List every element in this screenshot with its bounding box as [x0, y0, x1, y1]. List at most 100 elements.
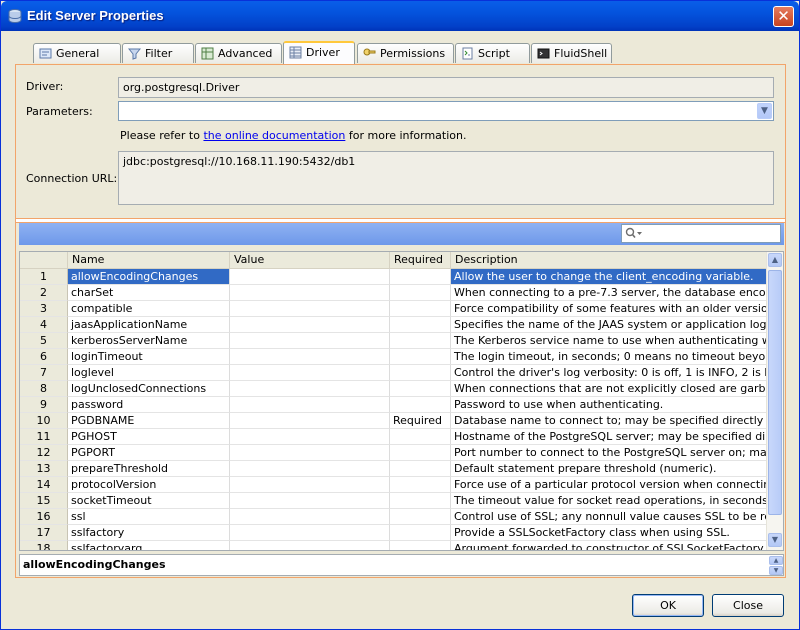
table-row[interactable]: 7 loglevel Control the driver's log verbos… [20, 365, 769, 381]
cell-required[interactable] [390, 541, 451, 550]
close-button[interactable]: Close [712, 594, 784, 617]
tab-driver[interactable]: Driver [283, 41, 355, 64]
table-row[interactable]: 13 prepareThreshold Default statement prep… [20, 461, 769, 477]
cell-name[interactable]: loginTimeout [68, 349, 230, 365]
cell-description[interactable]: Database name to connect to; may be spec… [451, 413, 769, 429]
cell-value[interactable] [230, 477, 390, 493]
cell-value[interactable] [230, 365, 390, 381]
cell-value[interactable] [230, 445, 390, 461]
cell-name[interactable]: ssl [68, 509, 230, 525]
table-row[interactable]: 10 PGDBNAME Required Database name to conne… [20, 413, 769, 429]
cell-required[interactable] [390, 381, 451, 397]
parameters-combo[interactable]: ▼ [118, 101, 774, 121]
chevron-down-icon[interactable]: ▼ [757, 103, 772, 119]
table-row[interactable]: 15 socketTimeout The timeout value for soc… [20, 493, 769, 509]
cell-description[interactable]: Default statement prepare threshold (num… [451, 461, 769, 477]
cell-value[interactable] [230, 493, 390, 509]
tab-general[interactable]: General [33, 43, 121, 63]
cell-name[interactable]: loglevel [68, 365, 230, 381]
cell-value[interactable] [230, 349, 390, 365]
ok-button[interactable]: OK [632, 594, 704, 617]
cell-name[interactable]: jaasApplicationName [68, 317, 230, 333]
scroll-down-icon[interactable]: ▼ [769, 566, 783, 575]
column-header-name[interactable]: Name [68, 252, 230, 268]
table-row[interactable]: 5 kerberosServerName The Kerberos service … [20, 333, 769, 349]
table-row[interactable]: 11 PGHOST Hostname of the PostgreSQL serve… [20, 429, 769, 445]
cell-value[interactable] [230, 317, 390, 333]
search-box[interactable] [621, 224, 781, 243]
cell-required[interactable] [390, 365, 451, 381]
cell-required[interactable] [390, 509, 451, 525]
cell-required[interactable]: Required [390, 413, 451, 429]
table-row[interactable]: 12 PGPORT Port number to connect to the Po… [20, 445, 769, 461]
cell-required[interactable] [390, 493, 451, 509]
cell-value[interactable] [230, 333, 390, 349]
cell-description[interactable]: Provide a SSLSocketFactory class when us… [451, 525, 769, 541]
cell-description[interactable]: Hostname of the PostgreSQL server; may b… [451, 429, 769, 445]
cell-value[interactable] [230, 381, 390, 397]
table-row[interactable]: 9 password Password to use when authentica… [20, 397, 769, 413]
cell-name[interactable]: sslfactory [68, 525, 230, 541]
cell-description[interactable]: Argument forwarded to constructor of SSL… [451, 541, 769, 550]
cell-description[interactable]: Force compatibility of some features wit… [451, 301, 769, 317]
table-row[interactable]: 3 compatible Force compatibility of some f… [20, 301, 769, 317]
cell-description[interactable]: Control the driver's log verbosity: 0 is… [451, 365, 769, 381]
cell-description[interactable]: Force use of a particular protocol versi… [451, 477, 769, 493]
cell-description[interactable]: The login timeout, in seconds; 0 means n… [451, 349, 769, 365]
cell-value[interactable] [230, 413, 390, 429]
table-row[interactable]: 17 sslfactory Provide a SSLSocketFactory c… [20, 525, 769, 541]
tab-fluidshell[interactable]: FluidShell [531, 43, 612, 63]
close-window-button[interactable]: ✕ [773, 6, 794, 27]
cell-name[interactable]: compatible [68, 301, 230, 317]
table-row[interactable]: 1 allowEncodingChanges Allow the user to c… [20, 269, 769, 285]
cell-description[interactable]: Allow the user to change the client_enco… [451, 269, 769, 285]
cell-required[interactable] [390, 525, 451, 541]
tab-permissions[interactable]: Permissions [357, 43, 454, 63]
scroll-down-icon[interactable]: ▼ [768, 533, 782, 547]
cell-required[interactable] [390, 317, 451, 333]
cell-description[interactable]: Password to use when authenticating. [451, 397, 769, 413]
cell-description[interactable]: Specifies the name of the JAAS system or… [451, 317, 769, 333]
cell-description[interactable]: When connecting to a pre-7.3 server, the… [451, 285, 769, 301]
cell-value[interactable] [230, 397, 390, 413]
cell-name[interactable]: sslfactoryarg [68, 541, 230, 550]
cell-value[interactable] [230, 285, 390, 301]
scroll-thumb[interactable] [768, 270, 782, 515]
table-row[interactable]: 14 protocolVersion Force use of a particul… [20, 477, 769, 493]
cell-description[interactable]: The timeout value for socket read operat… [451, 493, 769, 509]
cell-value[interactable] [230, 301, 390, 317]
scroll-up-icon[interactable]: ▲ [769, 556, 783, 565]
driver-field[interactable]: org.postgresql.Driver [118, 77, 774, 98]
title-bar[interactable]: Edit Server Properties ✕ [1, 1, 799, 31]
cell-required[interactable] [390, 333, 451, 349]
table-row[interactable]: 18 sslfactoryarg Argument forwarded to con… [20, 541, 769, 550]
table-row[interactable]: 4 jaasApplicationName Specifies the name o… [20, 317, 769, 333]
cell-description[interactable]: Control use of SSL; any nonnull value ca… [451, 509, 769, 525]
cell-name[interactable]: kerberosServerName [68, 333, 230, 349]
cell-required[interactable] [390, 301, 451, 317]
cell-name[interactable]: PGPORT [68, 445, 230, 461]
cell-required[interactable] [390, 349, 451, 365]
cell-name[interactable]: prepareThreshold [68, 461, 230, 477]
table-row[interactable]: 2 charSet When connecting to a pre-7.3 ser… [20, 285, 769, 301]
cell-required[interactable] [390, 429, 451, 445]
cell-required[interactable] [390, 269, 451, 285]
tab-advanced[interactable]: Advanced [195, 43, 282, 63]
column-header-value[interactable]: Value [230, 252, 390, 268]
cell-value[interactable] [230, 461, 390, 477]
cell-value[interactable] [230, 269, 390, 285]
scroll-up-icon[interactable]: ▲ [768, 253, 782, 267]
cell-required[interactable] [390, 285, 451, 301]
table-row[interactable]: 8 logUnclosedConnections When connections … [20, 381, 769, 397]
column-header-description[interactable]: Description [451, 252, 769, 268]
tab-script[interactable]: Script [455, 43, 530, 63]
documentation-link[interactable]: the online documentation [203, 129, 345, 142]
cell-required[interactable] [390, 445, 451, 461]
cell-description[interactable]: When connections that are not explicitly… [451, 381, 769, 397]
table-row[interactable]: 6 loginTimeout The login timeout, in secon… [20, 349, 769, 365]
cell-value[interactable] [230, 541, 390, 550]
cell-name[interactable]: PGHOST [68, 429, 230, 445]
cell-name[interactable]: password [68, 397, 230, 413]
cell-required[interactable] [390, 397, 451, 413]
cell-name[interactable]: protocolVersion [68, 477, 230, 493]
